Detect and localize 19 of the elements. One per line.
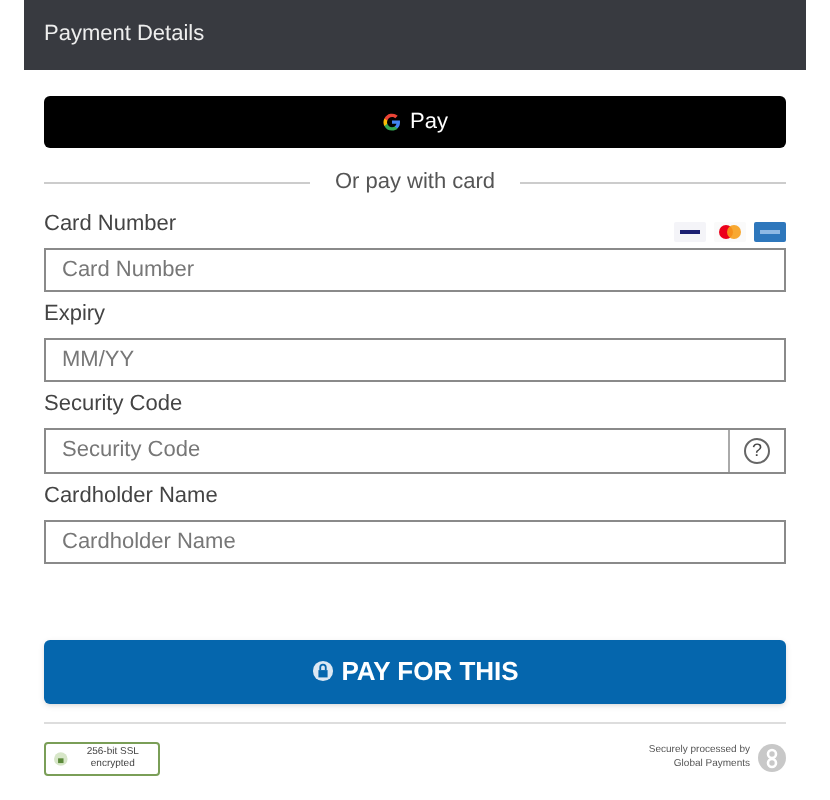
google-pay-button[interactable]: Pay	[44, 96, 786, 148]
input-field[interactable]: Card Number	[44, 247, 786, 291]
card-logo-icon	[754, 221, 786, 241]
field-label: Card Number	[44, 210, 177, 240]
field-label: Security Code	[44, 390, 183, 420]
lock-icon	[311, 660, 334, 682]
field-label: Expiry	[44, 300, 106, 330]
card-logo-icon	[714, 221, 746, 241]
input-field[interactable]: Security Code ?	[44, 427, 786, 473]
pay-button[interactable]: PAY FOR THIS	[44, 639, 786, 703]
header-title: Payment Details	[44, 20, 205, 51]
lock-icon	[54, 749, 68, 767]
input-field[interactable]: Cardholder Name	[44, 519, 786, 563]
card-logo-icon	[674, 221, 706, 241]
field-label: Cardholder Name	[44, 482, 218, 512]
divider-label: Or pay with card	[334, 168, 496, 198]
google-g-icon	[382, 112, 403, 132]
help-button[interactable]: ?	[728, 429, 784, 471]
input-field[interactable]: MM/YY	[44, 337, 786, 381]
